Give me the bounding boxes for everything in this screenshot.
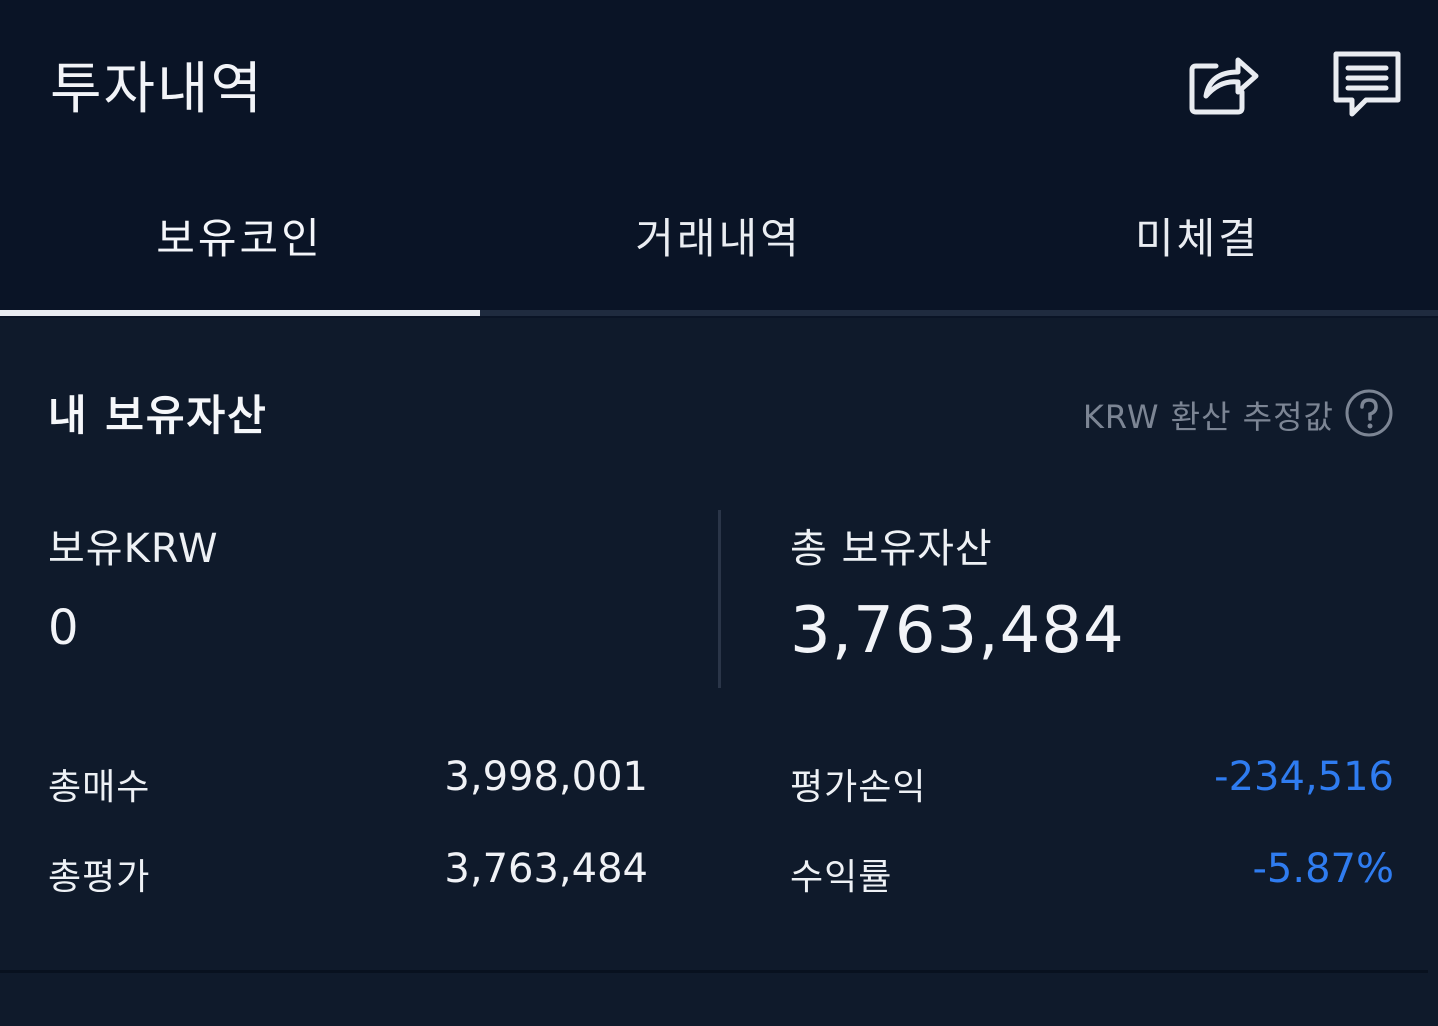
share-icon[interactable] [1186,46,1260,120]
total-buy-value: 3,998,001 [444,754,648,800]
krw-estimate-note: KRW 환산 추정값 [1082,398,1334,436]
pnl-label: 평가손익 [790,767,927,808]
total-assets-label: 총 보유자산 [790,526,993,572]
krw-label: 보유KRW [48,526,219,572]
app-header: 투자내역 [0,0,1438,160]
holdings-panel: 내 보유자산 KRW 환산 추정값 보유KRW 0 총 보유자산 3,763,4… [0,318,1438,1026]
tab-pending[interactable]: 미체결 [958,160,1437,310]
krw-value: 0 [48,600,79,656]
pnl-value: -234,516 [1214,754,1394,800]
active-tab-indicator [0,310,480,316]
return-value: -5.87% [1252,846,1394,892]
question-circle-icon[interactable] [1344,388,1394,438]
section-bottom-divider [0,970,1428,973]
page-title: 투자내역 [50,57,265,122]
column-divider [718,510,721,688]
total-eval-label: 총평가 [48,857,151,898]
total-buy-label: 총매수 [48,767,151,808]
section-title: 내 보유자산 [48,391,268,440]
total-assets-value: 3,763,484 [790,594,1125,668]
chat-icon[interactable] [1330,46,1404,120]
tab-history[interactable]: 거래내역 [479,160,958,310]
tab-holdings[interactable]: 보유코인 [0,160,479,310]
return-label: 수익률 [790,857,893,898]
tab-bar: 보유코인 거래내역 미체결 [0,160,1438,318]
total-eval-value: 3,763,484 [444,846,648,892]
